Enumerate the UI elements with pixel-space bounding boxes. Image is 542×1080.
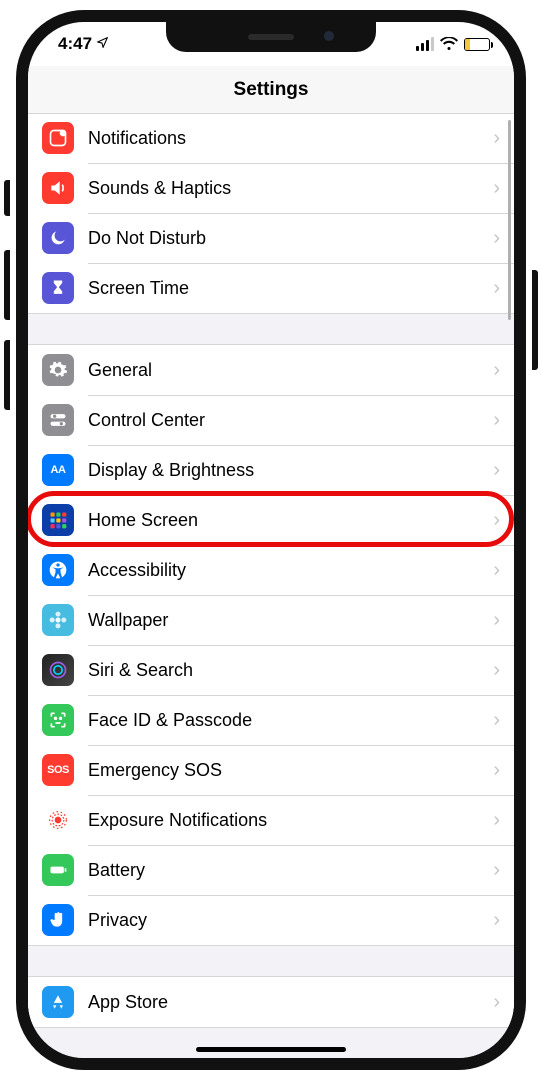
chevron-right-icon: ›: [493, 127, 500, 150]
home-indicator[interactable]: [196, 1047, 346, 1052]
row-label: Do Not Disturb: [88, 228, 493, 249]
chevron-right-icon: ›: [493, 359, 500, 382]
row-label: Battery: [88, 860, 493, 881]
row-do-not-disturb[interactable]: Do Not Disturb›: [28, 213, 514, 263]
chevron-right-icon: ›: [493, 609, 500, 632]
row-label: Privacy: [88, 910, 493, 931]
row-label: Notifications: [88, 128, 493, 149]
row-label: Wallpaper: [88, 610, 493, 631]
row-exposure-notifications[interactable]: Exposure Notifications›: [28, 795, 514, 845]
speaker-icon: [42, 172, 74, 204]
row-siri-search[interactable]: Siri & Search›: [28, 645, 514, 695]
settings-list[interactable]: Notifications›Sounds & Haptics›Do Not Di…: [28, 114, 514, 1058]
status-time: 4:47: [58, 34, 92, 54]
row-label: App Store: [88, 992, 493, 1013]
settings-group: General›Control Center›AADisplay & Brigh…: [28, 344, 514, 946]
gear-icon: [42, 354, 74, 386]
chevron-right-icon: ›: [493, 991, 500, 1014]
flower-icon: [42, 604, 74, 636]
app-grid-icon: [42, 504, 74, 536]
row-label: Emergency SOS: [88, 760, 493, 781]
row-label: Exposure Notifications: [88, 810, 493, 831]
text-size-icon: AA: [42, 454, 74, 486]
toggles-icon: [42, 404, 74, 436]
chevron-right-icon: ›: [493, 909, 500, 932]
sos-icon: SOS: [42, 754, 74, 786]
chevron-right-icon: ›: [493, 277, 500, 300]
battery-icon: [42, 854, 74, 886]
row-faceid-passcode[interactable]: Face ID & Passcode›: [28, 695, 514, 745]
chevron-right-icon: ›: [493, 177, 500, 200]
row-display-brightness[interactable]: AA Display & Brightness›: [28, 445, 514, 495]
notch: [166, 22, 376, 52]
siri-icon: [42, 654, 74, 686]
hand-icon: [42, 904, 74, 936]
settings-group: App Store›: [28, 976, 514, 1028]
settings-group: Notifications›Sounds & Haptics›Do Not Di…: [28, 114, 514, 314]
row-notifications[interactable]: Notifications›: [28, 114, 514, 163]
page-title: Settings: [28, 66, 514, 114]
cellular-icon: [416, 37, 434, 51]
row-home-screen[interactable]: Home Screen›: [28, 495, 514, 545]
hourglass-icon: [42, 272, 74, 304]
row-wallpaper[interactable]: Wallpaper›: [28, 595, 514, 645]
chevron-right-icon: ›: [493, 759, 500, 782]
row-privacy[interactable]: Privacy›: [28, 895, 514, 945]
faceid-icon: [42, 704, 74, 736]
app-store-icon: [42, 986, 74, 1018]
wifi-icon: [440, 37, 458, 51]
row-label: General: [88, 360, 493, 381]
row-control-center[interactable]: Control Center›: [28, 395, 514, 445]
row-label: Sounds & Haptics: [88, 178, 493, 199]
exposure-icon: [42, 804, 74, 836]
row-label: Siri & Search: [88, 660, 493, 681]
location-icon: [96, 36, 109, 52]
row-label: Display & Brightness: [88, 460, 493, 481]
phone-frame: 4:47 Settings Notifications›Sounds & Hap…: [16, 10, 526, 1070]
row-sounds-haptics[interactable]: Sounds & Haptics›: [28, 163, 514, 213]
row-accessibility[interactable]: Accessibility›: [28, 545, 514, 595]
chevron-right-icon: ›: [493, 859, 500, 882]
row-screen-time[interactable]: Screen Time›: [28, 263, 514, 313]
chevron-right-icon: ›: [493, 809, 500, 832]
row-general[interactable]: General›: [28, 345, 514, 395]
row-label: Control Center: [88, 410, 493, 431]
row-label: Screen Time: [88, 278, 493, 299]
chevron-right-icon: ›: [493, 459, 500, 482]
chevron-right-icon: ›: [493, 409, 500, 432]
row-label: Home Screen: [88, 510, 493, 531]
chevron-right-icon: ›: [493, 227, 500, 250]
chevron-right-icon: ›: [493, 509, 500, 532]
row-app-store[interactable]: App Store›: [28, 977, 514, 1027]
row-battery[interactable]: Battery›: [28, 845, 514, 895]
chevron-right-icon: ›: [493, 659, 500, 682]
battery-icon: [464, 38, 490, 51]
row-emergency-sos[interactable]: SOS Emergency SOS›: [28, 745, 514, 795]
scrollbar[interactable]: [508, 120, 511, 320]
chevron-right-icon: ›: [493, 709, 500, 732]
accessibility-icon: [42, 554, 74, 586]
moon-icon: [42, 222, 74, 254]
row-label: Face ID & Passcode: [88, 710, 493, 731]
chevron-right-icon: ›: [493, 559, 500, 582]
row-label: Accessibility: [88, 560, 493, 581]
notifications-icon: [42, 122, 74, 154]
